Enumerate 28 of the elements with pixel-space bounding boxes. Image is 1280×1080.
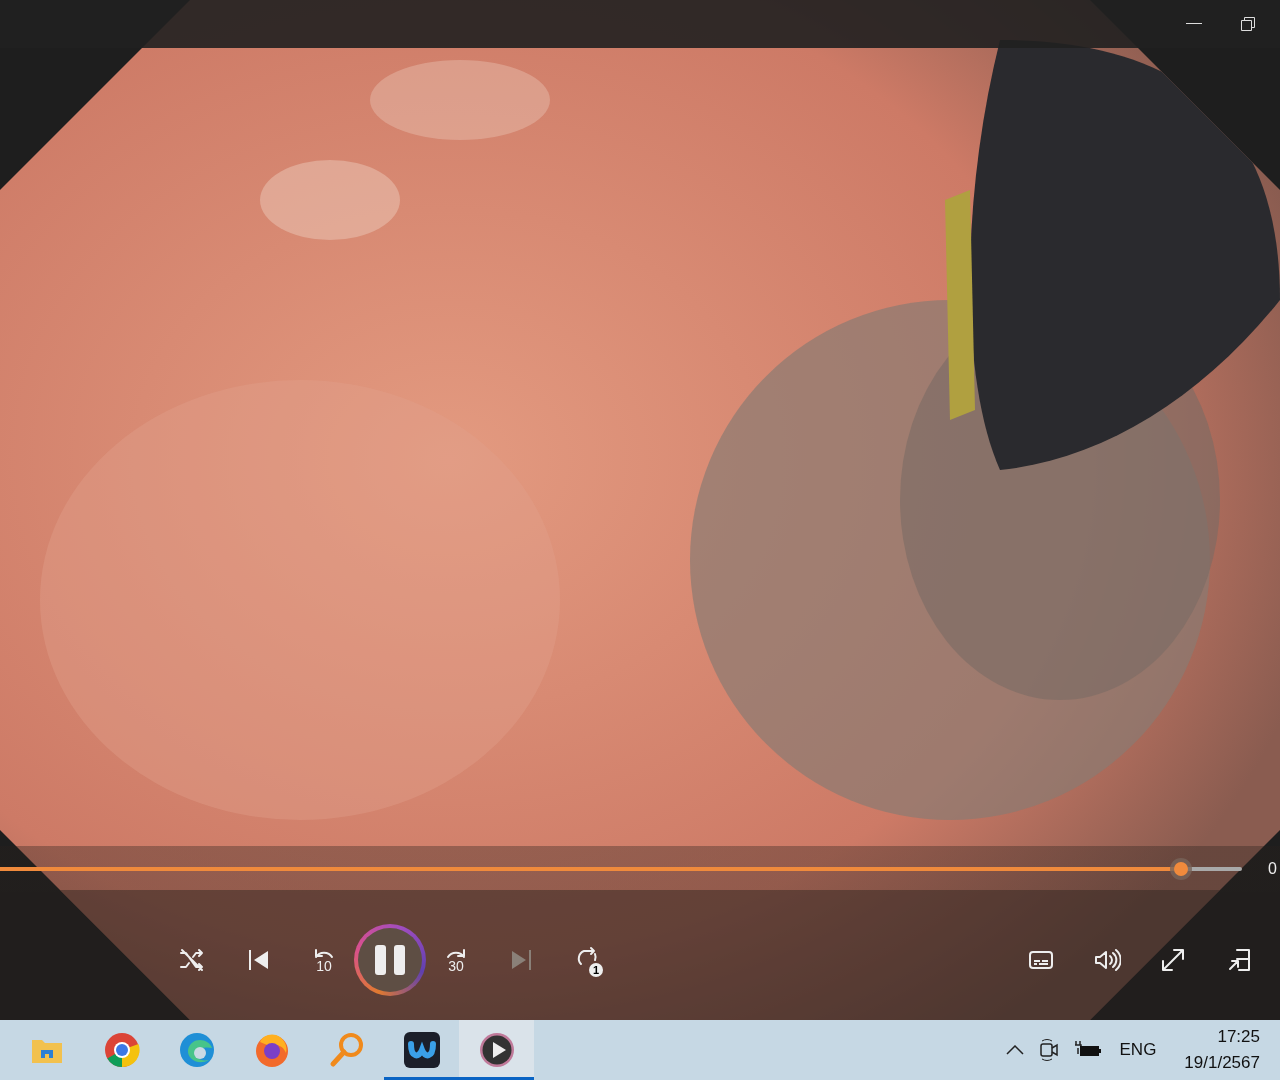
language-indicator[interactable]: ENG [1119,1040,1157,1060]
rewind-button[interactable]: 10 [291,922,357,998]
captions-icon [1028,950,1054,970]
previous-icon [246,948,270,972]
browser-icon [253,1032,290,1068]
next-icon [510,948,534,972]
repeat-button[interactable]: 1 [555,922,621,998]
player-icon [478,1032,515,1068]
seek-bar[interactable] [0,858,1242,880]
volume-icon [1093,948,1121,972]
camera-icon[interactable] [1037,1038,1060,1062]
browser-icon [178,1032,215,1068]
clock-time[interactable]: 17:25 [1217,1024,1260,1050]
skip-forward-button[interactable]: 30 [423,922,489,998]
shuffle-icon [179,948,205,972]
app-icon [403,1032,440,1068]
time-text: 0 [1268,860,1278,878]
browser-icon [103,1032,140,1068]
caret-up-icon[interactable] [1005,1045,1024,1055]
rewind-arrow-icon [312,947,336,959]
search-icon [328,1032,365,1068]
fullscreen-icon [1160,947,1186,973]
clock-date[interactable]: 19/1/2567 [1184,1050,1260,1076]
minimize-icon[interactable] [1186,23,1202,25]
taskbar-button[interactable] [459,1020,534,1080]
miniplayer-icon [1227,948,1251,972]
forward-arrow-icon [444,947,468,959]
restore-icon[interactable] [1240,16,1256,32]
